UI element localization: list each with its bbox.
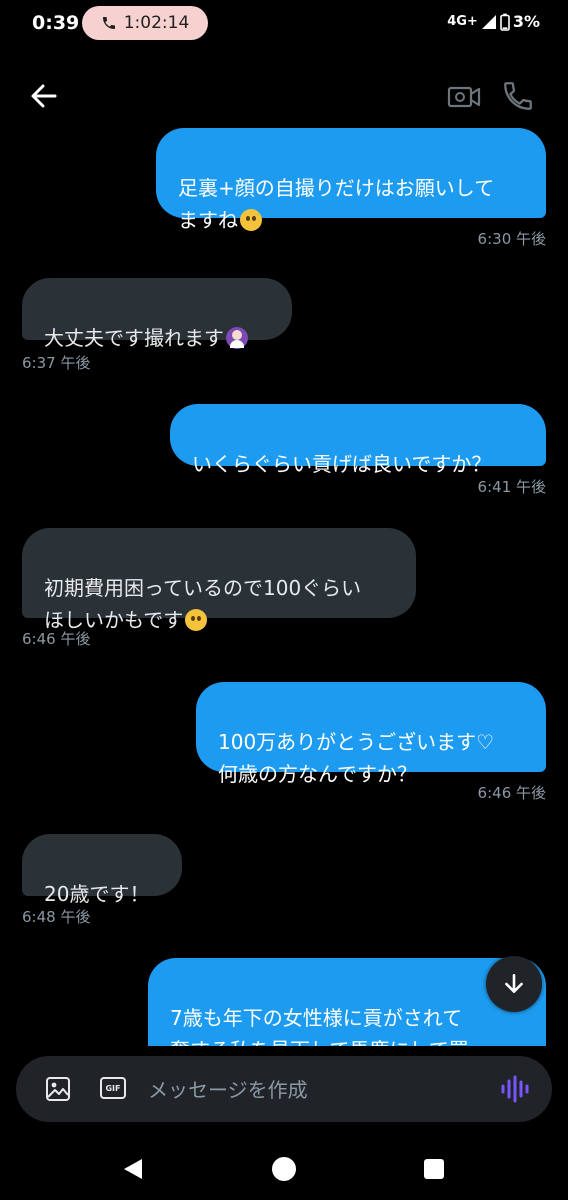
nav-recents-square-icon[interactable] bbox=[424, 1159, 444, 1179]
gif-button[interactable]: GIF bbox=[100, 1077, 126, 1099]
message-timestamp: 6:41 午後 bbox=[477, 478, 546, 496]
outgoing-message-bubble[interactable]: いくらぐらい貢げば良いですか？ bbox=[170, 404, 546, 476]
add-image-button[interactable] bbox=[45, 1076, 71, 1102]
signal-icon bbox=[481, 14, 496, 29]
incoming-message-bubble[interactable]: 大丈夫です撮れます bbox=[22, 278, 292, 350]
outgoing-message-bubble[interactable]: 足裏+顔の自撮りだけはお願いして ますね bbox=[156, 128, 546, 232]
incoming-message-bubble[interactable]: 20歳です！ bbox=[22, 834, 182, 906]
call-timer: 1:02:14 bbox=[123, 13, 190, 33]
pleading-face-emoji-icon bbox=[185, 609, 208, 631]
outgoing-message-bubble[interactable]: 100万ありがとうございます♡ 何歳の方なんですか？ bbox=[196, 682, 546, 786]
battery-percent: 3% bbox=[512, 12, 540, 31]
voice-call-button[interactable] bbox=[501, 79, 535, 113]
message-text: 7歳も年下の女性様に貢がされて 奮する私を見下して馬鹿にして罵っ ていただけませ… bbox=[170, 1006, 489, 1046]
arrow-left-icon bbox=[31, 84, 57, 108]
voice-waveform-icon bbox=[501, 1075, 529, 1103]
incoming-message-bubble[interactable]: 初期費用困っているので100ぐらい ほしいかもです bbox=[22, 528, 416, 632]
message-timestamp: 6:46 午後 bbox=[477, 784, 546, 802]
phone-icon bbox=[504, 82, 532, 110]
status-bar: 0:39 1:02:14 4G+ 3% bbox=[0, 0, 568, 46]
back-button[interactable] bbox=[26, 80, 62, 112]
message-list[interactable]: 足裏+顔の自撮りだけはお願いして ますね 6:30 午後 大丈夫です撮れます 6… bbox=[0, 124, 568, 1046]
message-timestamp: 6:30 午後 bbox=[477, 230, 546, 248]
message-timestamp: 6:37 午後 bbox=[22, 354, 91, 372]
network-type: 4G+ bbox=[447, 14, 478, 29]
ongoing-call-pill[interactable]: 1:02:14 bbox=[82, 6, 208, 40]
message-text: 足裏+顔の自撮りだけはお願いして ますね bbox=[178, 176, 495, 232]
person-gesturing-ok-emoji-icon bbox=[226, 327, 248, 349]
message-text: 100万ありがとうございます♡ 何歳の方なんですか？ bbox=[218, 730, 495, 786]
message-input[interactable] bbox=[146, 1072, 470, 1108]
message-text: 20歳です！ bbox=[44, 882, 150, 906]
message-text: いくらぐらい貢げば良いですか？ bbox=[192, 452, 492, 476]
battery-icon bbox=[500, 13, 510, 31]
message-timestamp: 6:46 午後 bbox=[22, 630, 91, 648]
image-icon bbox=[46, 1077, 70, 1101]
message-text: 大丈夫です撮れます bbox=[44, 326, 224, 350]
outgoing-message-bubble[interactable]: 7歳も年下の女性様に貢がされて 奮する私を見下して馬鹿にして罵っ ていただけませ… bbox=[148, 958, 546, 1046]
conversation-header bbox=[0, 64, 568, 124]
message-timestamp: 6:48 午後 bbox=[22, 908, 91, 926]
nav-home-circle-icon[interactable] bbox=[272, 1157, 296, 1181]
system-nav-bar bbox=[0, 1136, 568, 1200]
nav-back-button[interactable] bbox=[120, 1156, 146, 1182]
call-phone-icon bbox=[102, 17, 115, 29]
arrow-down-icon bbox=[505, 974, 523, 993]
status-time: 0:39 bbox=[32, 12, 80, 34]
video-call-button[interactable] bbox=[447, 82, 481, 112]
message-composer: GIF bbox=[16, 1056, 552, 1122]
video-camera-icon bbox=[447, 86, 481, 108]
thinking-face-emoji-icon bbox=[240, 209, 262, 231]
voice-message-button[interactable] bbox=[500, 1075, 530, 1103]
nav-back-triangle-icon bbox=[124, 1159, 142, 1179]
status-icons: 4G+ 3% bbox=[447, 12, 540, 31]
scroll-to-bottom-button[interactable] bbox=[486, 956, 542, 1012]
